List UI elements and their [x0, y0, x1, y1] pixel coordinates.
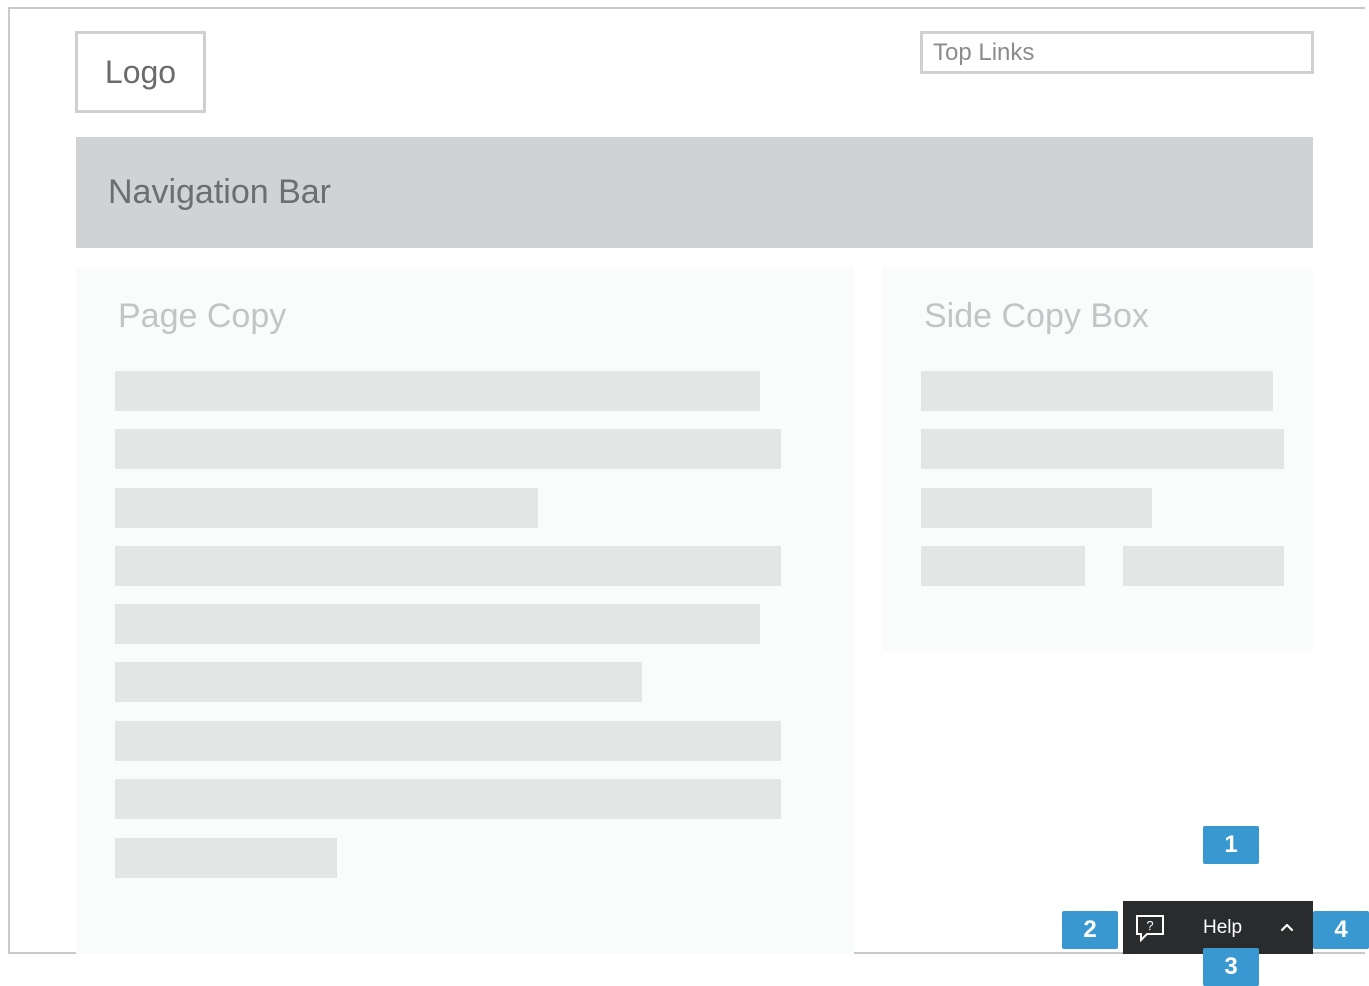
- placeholder-text-line: [115, 779, 781, 819]
- logo[interactable]: Logo: [75, 31, 206, 113]
- placeholder-text-line: [115, 721, 781, 761]
- side-copy-box: Side Copy Box: [882, 267, 1313, 652]
- placeholder-text-line: [115, 429, 781, 469]
- placeholder-text-line: [115, 371, 760, 411]
- svg-text:?: ?: [1146, 918, 1153, 933]
- placeholder-text-line: [115, 604, 760, 644]
- placeholder-text-line: [115, 546, 781, 586]
- placeholder-text-line: [1123, 546, 1284, 586]
- placeholder-text-line: [115, 488, 538, 528]
- callout-1: 1: [1203, 826, 1259, 864]
- placeholder-text-line: [921, 488, 1152, 528]
- help-bubble-icon[interactable]: ?: [1135, 914, 1165, 943]
- top-links-label: Top Links: [933, 39, 1035, 66]
- help-label[interactable]: Help: [1203, 917, 1242, 939]
- placeholder-text-line: [115, 838, 337, 878]
- placeholder-text-line: [921, 546, 1085, 586]
- callout-4: 4: [1313, 911, 1369, 949]
- chevron-up-icon[interactable]: [1279, 920, 1295, 934]
- callout-2: 2: [1062, 911, 1118, 949]
- navigation-bar[interactable]: Navigation Bar: [76, 137, 1313, 248]
- callout-3: 3: [1203, 948, 1259, 986]
- page-copy-title: Page Copy: [118, 297, 287, 335]
- placeholder-text-line: [115, 662, 642, 702]
- top-links[interactable]: Top Links: [920, 31, 1314, 74]
- placeholder-text-line: [921, 371, 1273, 411]
- logo-label: Logo: [104, 53, 177, 90]
- page-copy-box: Page Copy: [76, 267, 854, 954]
- help-widget[interactable]: ? Help: [1123, 901, 1313, 954]
- navigation-bar-label: Navigation Bar: [108, 173, 332, 211]
- placeholder-text-line: [921, 429, 1284, 469]
- side-copy-title: Side Copy Box: [924, 297, 1149, 335]
